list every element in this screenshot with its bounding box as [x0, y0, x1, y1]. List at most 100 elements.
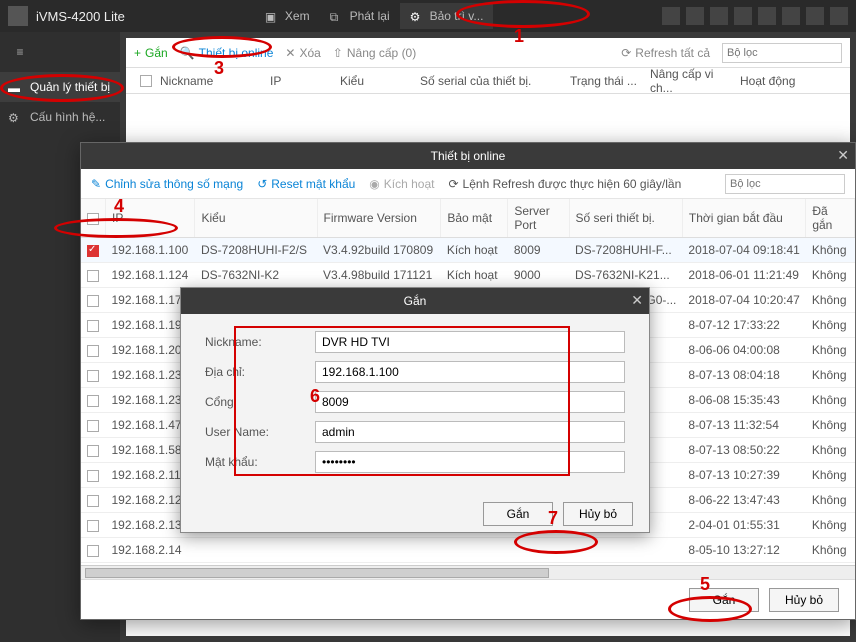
sidebar-item-system[interactable]: ⚙ Cấu hình hệ... — [0, 102, 120, 132]
add-modal-title[interactable]: Gắn ✕ — [181, 288, 649, 314]
address-input[interactable] — [315, 361, 625, 383]
upgrade-button[interactable]: ⇧Nâng cấp (0) — [333, 46, 416, 60]
undo-icon: ↺ — [257, 177, 267, 191]
cell-sec — [441, 538, 508, 563]
row-checkbox[interactable] — [87, 420, 99, 432]
table-row[interactable]: 192.168.1.100DS-7208HUHI-F2/SV3.4.92buil… — [81, 238, 855, 263]
cell-added: Không — [806, 538, 855, 563]
menu-playback[interactable]: ⧉ Phát lại — [320, 3, 400, 29]
online-window-title[interactable]: Thiết bị online ✕ — [81, 143, 855, 169]
cloud-icon[interactable] — [662, 7, 680, 25]
edit-net-button[interactable]: ✎Chỉnh sửa thông số mạng — [91, 177, 243, 191]
row-checkbox[interactable] — [87, 445, 99, 457]
refresh-label: Refresh tất cả — [635, 46, 710, 60]
cell-port — [508, 538, 569, 563]
col-ip[interactable]: IP — [264, 74, 334, 88]
sidebar-item-device-label: Quản lý thiết bị — [30, 80, 110, 94]
online-cancel-button[interactable]: Hủy bỏ — [769, 588, 839, 612]
col-ip[interactable]: IP — [106, 199, 195, 238]
online-add-button[interactable]: Gắn — [689, 588, 759, 612]
hamburger-icon[interactable]: ≡ — [6, 38, 34, 66]
menu-maintain-label: Bảo trì v... — [430, 9, 484, 23]
col-firmware[interactable]: Nâng cấp vi ch... — [644, 67, 734, 95]
table-row[interactable]: 192.168.1.124DS-7632NI-K2V3.4.98build 17… — [81, 263, 855, 288]
sidebar-item-system-label: Cấu hình hệ... — [30, 110, 105, 124]
lock-icon[interactable] — [758, 7, 776, 25]
close-icon[interactable]: ✕ — [631, 292, 643, 309]
user-icon[interactable] — [734, 7, 752, 25]
plus-icon: + — [134, 46, 141, 60]
delete-button[interactable]: ✕Xóa — [285, 46, 320, 60]
x-icon: ✕ — [285, 46, 295, 60]
maximize-icon[interactable] — [806, 7, 824, 25]
col-nickname[interactable]: Nickname — [154, 74, 264, 88]
cell-type: DS-7632NI-K2 — [195, 263, 317, 288]
col-type[interactable]: Kiểu — [334, 74, 414, 88]
row-checkbox[interactable] — [87, 295, 99, 307]
nickname-input[interactable] — [315, 331, 625, 353]
cell-start: 8-07-13 08:50:22 — [682, 438, 805, 463]
online-device-button[interactable]: 🔍Thiết bị online — [180, 46, 274, 60]
cell-fw: V3.4.92build 170809 — [317, 238, 441, 263]
cell-added: Không — [806, 388, 855, 413]
nickname-label: Nickname: — [205, 335, 315, 349]
menu-view[interactable]: ▣ Xem — [255, 3, 320, 29]
row-checkbox[interactable] — [87, 320, 99, 332]
col-fw[interactable]: Firmware Version — [317, 199, 441, 238]
device-filter-input[interactable] — [722, 43, 842, 63]
cell-added: Không — [806, 438, 855, 463]
add-device-modal: Gắn ✕ Nickname: Địa chỉ: Cổng: User Name… — [180, 287, 650, 533]
col-serial[interactable]: Số serial của thiết bị. — [414, 74, 564, 88]
menu-playback-label: Phát lại — [350, 9, 390, 23]
h-scrollbar[interactable] — [81, 565, 855, 579]
username-input[interactable] — [315, 421, 625, 443]
minimize-icon[interactable] — [782, 7, 800, 25]
online-filter-input[interactable] — [725, 174, 845, 194]
row-checkbox[interactable] — [87, 245, 99, 257]
select-all-checkbox[interactable] — [140, 75, 152, 87]
row-checkbox[interactable] — [87, 495, 99, 507]
col-added[interactable]: Đã gắn — [806, 199, 855, 238]
row-checkbox[interactable] — [87, 270, 99, 282]
online-table-header-row: IP Kiểu Firmware Version Bảo mật Server … — [81, 199, 855, 238]
row-checkbox[interactable] — [87, 520, 99, 532]
cell-serial — [569, 538, 682, 563]
col-sec[interactable]: Bảo mật — [441, 199, 508, 238]
cell-fw — [317, 538, 441, 563]
col-type[interactable]: Kiểu — [195, 199, 317, 238]
modal-cancel-button[interactable]: Hủy bỏ — [563, 502, 633, 526]
col-action[interactable]: Hoạt động — [734, 74, 804, 88]
online-select-all[interactable] — [87, 213, 99, 225]
col-serial[interactable]: Số seri thiết bị. — [569, 199, 682, 238]
table-row[interactable]: 192.168.2.148-05-10 13:27:12Không — [81, 538, 855, 563]
modal-add-button[interactable]: Gắn — [483, 502, 553, 526]
row-checkbox[interactable] — [87, 370, 99, 382]
reset-pw-button[interactable]: ↺Reset mật khẩu — [257, 177, 355, 191]
row-checkbox[interactable] — [87, 345, 99, 357]
cell-start: 2018-07-04 09:18:41 — [682, 238, 805, 263]
username-label: User Name: — [205, 425, 315, 439]
row-checkbox[interactable] — [87, 395, 99, 407]
close-icon[interactable] — [830, 7, 848, 25]
refresh-icon: ⟳ — [621, 46, 631, 60]
layout-icon[interactable] — [686, 7, 704, 25]
menu-maintain[interactable]: ⚙ Bảo trì v... — [400, 3, 494, 29]
col-status[interactable]: Trạng thái ... — [564, 74, 644, 88]
close-icon[interactable]: ✕ — [837, 147, 849, 164]
sidebar-item-device[interactable]: ▬ Quản lý thiết bị — [0, 72, 120, 102]
grid-icon[interactable] — [710, 7, 728, 25]
refresh-all-button[interactable]: ⟳ Refresh tất cả — [621, 46, 710, 60]
col-port[interactable]: Server Port — [508, 199, 569, 238]
online-window-footer: Gắn Hủy bỏ — [81, 579, 855, 619]
activate-button[interactable]: ◉Kích hoạt — [369, 177, 434, 191]
menu-view-label: Xem — [285, 9, 310, 23]
cell-start: 8-06-06 04:00:08 — [682, 338, 805, 363]
add-button[interactable]: +Gắn — [134, 46, 168, 60]
row-checkbox[interactable] — [87, 545, 99, 557]
col-start[interactable]: Thời gian bắt đầu — [682, 199, 805, 238]
row-checkbox[interactable] — [87, 470, 99, 482]
password-input[interactable] — [315, 451, 625, 473]
port-input[interactable] — [315, 391, 625, 413]
scrollbar-thumb[interactable] — [85, 568, 549, 578]
cell-start: 8-07-12 17:33:22 — [682, 313, 805, 338]
